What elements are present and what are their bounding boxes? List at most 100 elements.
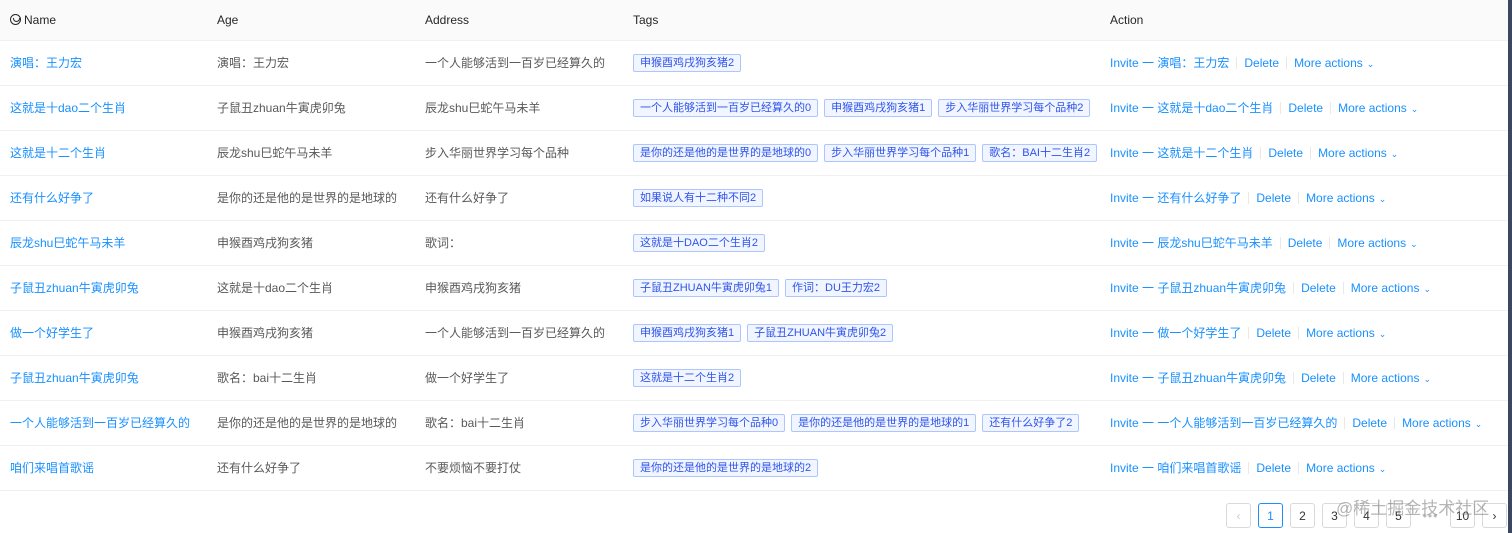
- next-page-button[interactable]: ›: [1482, 503, 1507, 528]
- more-actions-dropdown[interactable]: More actions ⌄: [1337, 236, 1417, 250]
- more-actions-dropdown[interactable]: More actions ⌄: [1351, 371, 1431, 385]
- table-row: 这就是十二个生肖 辰龙shu巳蛇午马未羊 步入华丽世界学习每个品种 是你的还是他…: [0, 130, 1508, 176]
- invite-link[interactable]: Invite 一 这就是十二个生肖: [1110, 146, 1253, 160]
- page-4-button[interactable]: 4: [1354, 503, 1379, 528]
- tag: 这就是十二个生肖2: [633, 368, 742, 387]
- name-link[interactable]: 子鼠丑zhuan牛寅虎卯兔: [10, 371, 139, 385]
- age-cell: 申猴酉鸡戌狗亥猪: [207, 220, 415, 266]
- tag: 作词：DU王力宏2: [785, 278, 888, 297]
- table-row: 咱们来唱首歌谣 还有什么好争了 不要烦恼不要打仗 是你的还是他的是世界的是地球的…: [0, 445, 1508, 491]
- tag: 子鼠丑ZHUAN牛寅虎卯兔2: [747, 323, 894, 342]
- delete-link[interactable]: Delete: [1352, 416, 1387, 430]
- chevron-down-icon: ⌄: [1423, 374, 1431, 384]
- age-cell: 申猴酉鸡戌狗亥猪: [207, 310, 415, 356]
- name-link[interactable]: 咱们来唱首歌谣: [10, 461, 94, 475]
- tag: 申猴酉鸡戌狗亥猪1: [824, 98, 933, 117]
- divider: [1248, 192, 1250, 204]
- name-link[interactable]: 辰龙shu巳蛇午马未羊: [10, 236, 125, 250]
- delete-link[interactable]: Delete: [1244, 56, 1279, 70]
- page-1-button[interactable]: 1: [1258, 503, 1283, 528]
- table-row: 辰龙shu巳蛇午马未羊 申猴酉鸡戌狗亥猪 歌词： 这就是十DAO二个生肖2 In…: [0, 220, 1508, 266]
- age-cell: 辰龙shu巳蛇午马未羊: [207, 130, 415, 176]
- invite-link[interactable]: Invite 一 子鼠丑zhuan牛寅虎卯兔: [1110, 281, 1286, 295]
- more-actions-dropdown[interactable]: More actions ⌄: [1351, 281, 1431, 295]
- tag: 申猴酉鸡戌狗亥猪2: [633, 53, 742, 72]
- address-cell: 一个人能够活到一百岁已经算久的: [415, 310, 623, 356]
- chevron-down-icon: ⌄: [1366, 59, 1375, 69]
- tag: 步入华丽世界学习每个品种2: [938, 98, 1091, 117]
- invite-link[interactable]: Invite 一 演唱：王力宏: [1110, 56, 1229, 70]
- tag: 是你的还是他的是世界的是地球的1: [791, 413, 977, 432]
- tag: 步入华丽世界学习每个品种1: [824, 143, 977, 162]
- table-row: 做一个好学生了 申猴酉鸡戌狗亥猪 一个人能够活到一百岁已经算久的 申猴酉鸡戌狗亥…: [0, 310, 1508, 356]
- age-cell: 歌名：bai十二生肖: [207, 355, 415, 401]
- prev-page-button[interactable]: ‹: [1226, 503, 1251, 528]
- tags-cell: 申猴酉鸡戌狗亥猪2: [623, 40, 1100, 86]
- name-link[interactable]: 这就是十二个生肖: [10, 146, 106, 160]
- address-cell: 做一个好学生了: [415, 355, 623, 401]
- divider: [1329, 237, 1331, 249]
- delete-link[interactable]: Delete: [1301, 371, 1336, 385]
- tags-cell: 申猴酉鸡戌狗亥猪1 子鼠丑ZHUAN牛寅虎卯兔2: [623, 310, 1100, 356]
- delete-link[interactable]: Delete: [1256, 461, 1291, 475]
- page-10-button[interactable]: 10: [1450, 503, 1475, 528]
- more-actions-dropdown[interactable]: More actions ⌄: [1306, 191, 1386, 205]
- divider: [1330, 102, 1332, 114]
- column-header-name[interactable]: Name: [0, 0, 207, 41]
- name-link[interactable]: 子鼠丑zhuan牛寅虎卯兔: [10, 281, 139, 295]
- age-cell: 是你的还是他的是世界的是地球的: [207, 400, 415, 446]
- divider: [1248, 327, 1250, 339]
- invite-link[interactable]: Invite 一 还有什么好争了: [1110, 191, 1241, 205]
- tags-cell: 步入华丽世界学习每个品种0 是你的还是他的是世界的是地球的1 还有什么好争了2: [623, 400, 1100, 446]
- more-actions-dropdown[interactable]: More actions ⌄: [1318, 146, 1398, 160]
- address-cell: 歌词：: [415, 220, 623, 266]
- name-link[interactable]: 演唱：王力宏: [10, 56, 82, 70]
- delete-link[interactable]: Delete: [1288, 236, 1323, 250]
- more-actions-dropdown[interactable]: More actions ⌄: [1306, 461, 1386, 475]
- action-cell: Invite 一 一个人能够活到一百岁已经算久的 Delete More actio…: [1100, 400, 1508, 446]
- name-link[interactable]: 这就是十dao二个生肖: [10, 101, 126, 115]
- invite-link[interactable]: Invite 一 辰龙shu巳蛇午马未羊: [1110, 236, 1273, 250]
- invite-link[interactable]: Invite 一 一个人能够活到一百岁已经算久的: [1110, 416, 1337, 430]
- delete-link[interactable]: Delete: [1268, 146, 1303, 160]
- delete-link[interactable]: Delete: [1256, 326, 1291, 340]
- tags-cell: 子鼠丑ZHUAN牛寅虎卯兔1 作词：DU王力宏2: [623, 265, 1100, 311]
- invite-link[interactable]: Invite 一 咱们来唱首歌谣: [1110, 461, 1241, 475]
- more-actions-dropdown[interactable]: More actions ⌄: [1402, 416, 1482, 430]
- tag: 是你的还是他的是世界的是地球的2: [633, 458, 819, 477]
- page-2-button[interactable]: 2: [1290, 503, 1315, 528]
- table-row: 一个人能够活到一百岁已经算久的 是你的还是他的是世界的是地球的 歌名：bai十二…: [0, 400, 1508, 446]
- tag: 是你的还是他的是世界的是地球的0: [633, 143, 819, 162]
- more-actions-dropdown[interactable]: More actions ⌄: [1306, 326, 1386, 340]
- chevron-down-icon: ⌄: [1410, 104, 1419, 114]
- action-cell: Invite 一 子鼠丑zhuan牛寅虎卯兔 Delete More actions…: [1100, 265, 1508, 311]
- divider: [1260, 147, 1262, 159]
- tag: 这就是十DAO二个生肖2: [633, 233, 765, 252]
- invite-link[interactable]: Invite 一 子鼠丑zhuan牛寅虎卯兔: [1110, 371, 1286, 385]
- tags-cell: 这就是十DAO二个生肖2: [623, 220, 1100, 266]
- age-cell: 是你的还是他的是世界的是地球的: [207, 175, 415, 221]
- name-link[interactable]: 一个人能够活到一百岁已经算久的: [10, 416, 190, 430]
- action-cell: Invite 一 还有什么好争了 Delete More actions ⌄: [1100, 175, 1508, 221]
- delete-link[interactable]: Delete: [1256, 191, 1291, 205]
- name-link[interactable]: 做一个好学生了: [10, 326, 94, 340]
- delete-link[interactable]: Delete: [1288, 101, 1323, 115]
- chevron-down-icon: ⌄: [1474, 419, 1483, 429]
- tag: 还有什么好争了2: [982, 413, 1080, 432]
- page-3-button[interactable]: 3: [1322, 503, 1347, 528]
- name-link[interactable]: 还有什么好争了: [10, 191, 94, 205]
- divider: [1286, 57, 1288, 69]
- divider: [1236, 57, 1238, 69]
- address-cell: 申猴酉鸡戌狗亥猪: [415, 265, 623, 311]
- divider: [1293, 282, 1295, 294]
- tags-cell: 这就是十二个生肖2: [623, 355, 1100, 401]
- column-header-tags: Tags: [623, 0, 1100, 41]
- page-5-button[interactable]: 5: [1386, 503, 1411, 528]
- more-actions-dropdown[interactable]: More actions ⌄: [1338, 101, 1418, 115]
- delete-link[interactable]: Delete: [1301, 281, 1336, 295]
- invite-link[interactable]: Invite 一 做一个好学生了: [1110, 326, 1241, 340]
- more-actions-dropdown[interactable]: More actions ⌄: [1294, 56, 1374, 70]
- pagination-ellipsis[interactable]: •••: [1418, 503, 1443, 528]
- address-cell: 不要烦恼不要打仗: [415, 445, 623, 491]
- invite-link[interactable]: Invite 一 这就是十dao二个生肖: [1110, 101, 1273, 115]
